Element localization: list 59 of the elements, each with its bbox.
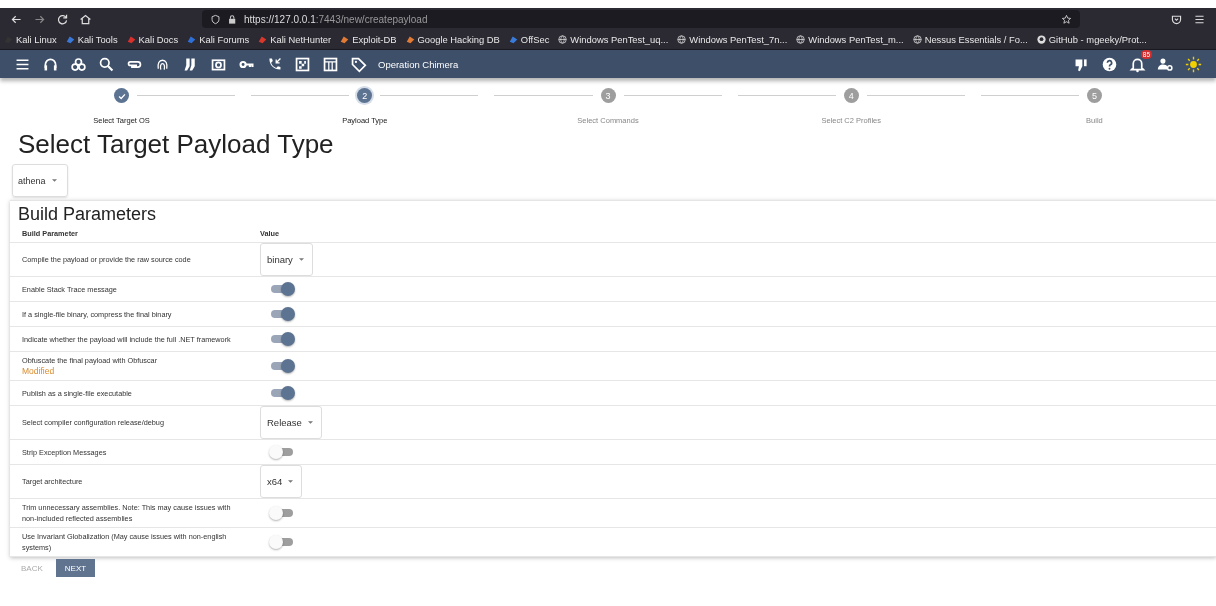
site-icon: [258, 35, 268, 44]
toggle-switch[interactable]: [269, 307, 297, 321]
help-icon[interactable]: [1101, 55, 1118, 73]
step-indicator: 2: [357, 88, 373, 103]
lock-icon[interactable]: [227, 13, 238, 25]
bookmark[interactable]: Google Hacking DB: [405, 34, 500, 45]
home-icon[interactable]: [79, 12, 92, 26]
next-button[interactable]: NEXT: [55, 559, 96, 577]
bookmark[interactable]: Kali Forums: [187, 34, 250, 45]
bookmark[interactable]: Windows PenTest_uq...: [558, 34, 669, 45]
globe-icon: [677, 35, 687, 44]
caret-icon: [298, 258, 304, 261]
table-icon[interactable]: [322, 55, 339, 73]
step-indicator: 4: [843, 88, 859, 103]
bookmark[interactable]: Exploit-DB: [340, 34, 397, 45]
bookmark[interactable]: Windows PenTest_m...: [796, 34, 904, 45]
globe-icon: [558, 35, 568, 44]
bookmark[interactable]: Kali Tools: [65, 34, 118, 45]
operation-name[interactable]: Operation Chimera: [378, 58, 459, 70]
site-icon: [126, 35, 136, 44]
bookmark[interactable]: OffSec: [508, 34, 550, 45]
value-select[interactable]: x64: [260, 465, 303, 498]
bookmark[interactable]: Kali Linux: [4, 34, 57, 45]
bookmark[interactable]: Kali NetHunter: [258, 34, 332, 45]
toggle-switch[interactable]: [269, 282, 297, 296]
caret-icon: [307, 421, 313, 424]
flag-icon[interactable]: [294, 55, 311, 73]
shield-icon[interactable]: [210, 13, 221, 25]
site-icon: [405, 35, 415, 44]
url-text: https://127.0.0.1:7443/new/createpayload: [244, 13, 429, 25]
step-indicator: 5: [1086, 88, 1102, 103]
site-icon: [340, 35, 350, 44]
search-icon[interactable]: [98, 55, 115, 73]
bookmark[interactable]: Kali Docs: [126, 34, 179, 45]
toggle-switch[interactable]: [269, 332, 297, 346]
step-indicator: 3: [600, 88, 616, 103]
value-select[interactable]: Release: [260, 406, 322, 439]
site-icon: [508, 35, 518, 44]
payload-type-select[interactable]: athena: [12, 164, 68, 197]
caret-icon: [288, 480, 294, 483]
value-select[interactable]: binary: [260, 243, 313, 276]
section-title: Build Parameters: [17, 203, 158, 225]
star-icon[interactable]: [1061, 13, 1072, 25]
modified-label: Modified: [22, 366, 56, 377]
reload-icon[interactable]: [56, 12, 69, 26]
bookmark[interactable]: Nessus Essentials / Fo...: [912, 34, 1028, 45]
address-bar[interactable]: https://127.0.0.1:7443/new/createpayload: [202, 10, 1080, 28]
caret-icon: [51, 179, 57, 182]
toggle-switch[interactable]: [269, 359, 297, 373]
toggle-switch[interactable]: [269, 386, 297, 400]
site-icon: [187, 35, 197, 44]
bookmark[interactable]: GitHub - mgeeky/Prot...: [1036, 34, 1147, 45]
tag-icon[interactable]: [350, 55, 367, 73]
bookmark[interactable]: Windows PenTest_7n...: [677, 34, 788, 45]
globe-icon: [796, 35, 806, 44]
page-title: Select Target Payload Type: [18, 129, 335, 159]
sun-icon[interactable]: [1185, 55, 1202, 73]
site-icon: [65, 35, 75, 44]
globe-icon: [912, 35, 922, 44]
